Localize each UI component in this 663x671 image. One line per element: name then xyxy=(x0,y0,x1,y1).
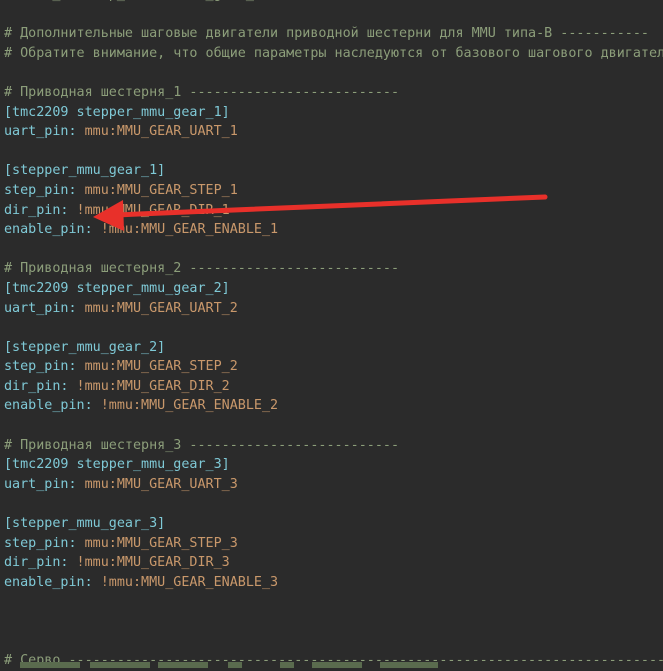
red-arrow-icon xyxy=(93,194,548,231)
bottom-token-strip xyxy=(0,660,663,668)
